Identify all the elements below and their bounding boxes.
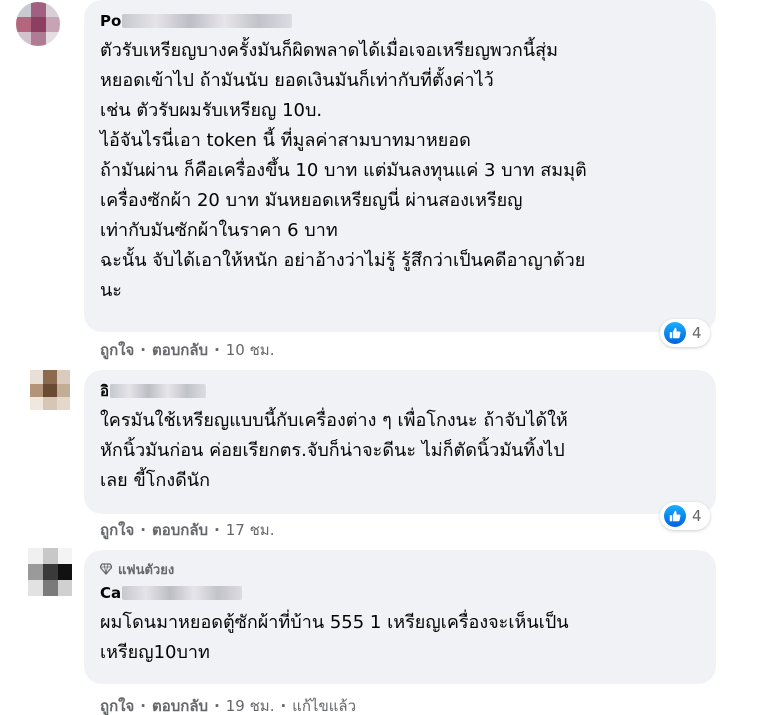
comment-text: ใครมันใช้เหรียญแบบนี้กับเครื่องต่าง ๆ เพ… (100, 410, 568, 491)
like-icon (664, 322, 686, 344)
reply-button[interactable]: ตอบกลับ (152, 338, 208, 362)
like-icon (664, 505, 686, 527)
reaction-count: 4 (692, 507, 702, 525)
comment-text: ตัวรับเหรียญบางครั้งมันก็ผิดพลาดได้เมื่อ… (100, 40, 587, 301)
separator-dot: · (140, 697, 146, 715)
reaction-summary[interactable]: 4 (660, 502, 710, 530)
comment-text: ผมโดนมาหยอดตู้ซักผ้าที่บ้าน 555 1 เหรียญ… (100, 612, 569, 663)
comment-author[interactable]: อิ (100, 380, 700, 402)
comment-bubble: Po ตัวรับเหรียญบางครั้งมันก็ผิดพลาดได้เม… (84, 0, 716, 332)
author-name[interactable]: Ca (100, 582, 121, 604)
separator-dot: · (214, 341, 220, 359)
timestamp[interactable]: 19 ชม. (226, 694, 275, 715)
badge-label: แฟนตัวยง (118, 562, 175, 578)
comment-bubble: แฟนตัวยง Ca ผมโดนมาหยอดตู้ซักผ้าที่บ้าน … (84, 550, 716, 684)
comment-author[interactable]: Ca (100, 582, 700, 604)
comment-actions: ถูกใจ · ตอบกลับ · 17 ชม. (100, 518, 274, 542)
author-name[interactable]: Po (100, 10, 121, 32)
like-button[interactable]: ถูกใจ (100, 518, 134, 542)
like-button[interactable]: ถูกใจ (100, 338, 134, 362)
timestamp[interactable]: 10 ชม. (226, 338, 275, 362)
timestamp[interactable]: 17 ชม. (226, 518, 275, 542)
avatar[interactable] (16, 2, 60, 46)
reply-button[interactable]: ตอบกลับ (152, 518, 208, 542)
avatar[interactable] (28, 548, 72, 596)
separator-dot: · (214, 521, 220, 539)
separator-dot: · (280, 697, 287, 715)
comment-author[interactable]: Po (100, 10, 700, 32)
author-name[interactable]: อิ (100, 380, 109, 402)
like-button[interactable]: ถูกใจ (100, 694, 134, 715)
edited-label: แก้ไขแล้ว (292, 697, 357, 715)
reaction-summary[interactable]: 4 (660, 319, 710, 347)
top-fan-badge[interactable]: แฟนตัวยง (100, 560, 700, 578)
author-name-blurred (110, 384, 207, 398)
author-name-blurred (122, 586, 243, 600)
separator-dot: · (214, 697, 220, 715)
author-name-blurred (122, 14, 293, 28)
reaction-count: 4 (692, 324, 702, 342)
comment-bubble: อิ ใครมันใช้เหรียญแบบนี้กับเครื่องต่าง ๆ… (84, 370, 716, 514)
separator-dot: · (140, 521, 146, 539)
avatar[interactable] (30, 370, 70, 410)
reply-button[interactable]: ตอบกลับ (152, 694, 208, 715)
comment-actions: ถูกใจ · ตอบกลับ · 19 ชม. · แก้ไขแล้ว (100, 694, 356, 715)
separator-dot: · (140, 341, 146, 359)
diamond-icon (100, 563, 112, 575)
comment-actions: ถูกใจ · ตอบกลับ · 10 ชม. (100, 338, 274, 362)
